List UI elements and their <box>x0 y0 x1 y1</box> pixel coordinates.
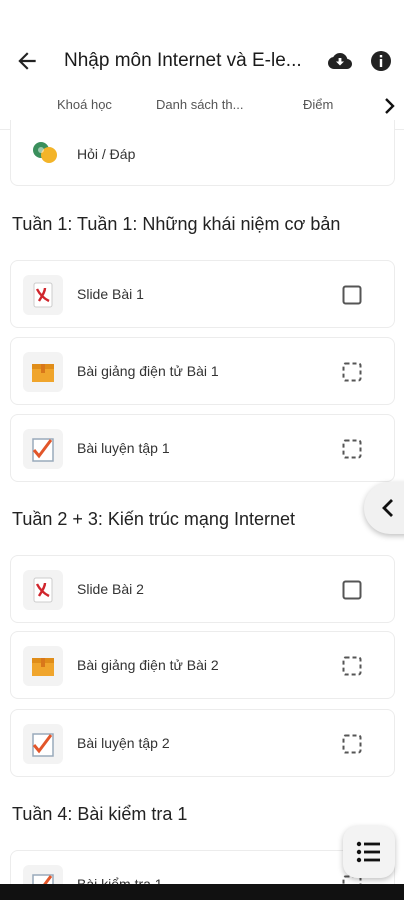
list-item-label: Bài giảng điện tử Bài 2 <box>77 657 219 673</box>
list-item-label: Bài luyện tập 1 <box>77 440 170 456</box>
list-item[interactable]: Bài giảng điện tử Bài 2 <box>10 631 395 699</box>
quiz-icon <box>23 429 63 469</box>
arrow-left-icon[interactable] <box>14 48 40 74</box>
cloud-download-icon[interactable] <box>327 49 353 73</box>
course-menu-fab[interactable] <box>343 826 395 878</box>
quiz-icon <box>23 724 63 764</box>
list-item-label: Hỏi / Đáp <box>77 146 136 162</box>
page-title: Nhập môn Internet và E-le... <box>64 50 302 71</box>
list-item[interactable]: Bài luyện tập 2 <box>10 709 395 777</box>
checkbox-auto[interactable] <box>342 734 362 754</box>
list-item-label: Slide Bài 1 <box>77 286 144 302</box>
tab-course[interactable]: Khoá học <box>57 97 112 112</box>
section-title: Tuần 4: Bài kiểm tra 1 <box>12 804 188 824</box>
forum-icon <box>33 142 57 163</box>
package-icon <box>23 352 63 392</box>
checkbox-auto[interactable] <box>342 439 362 459</box>
system-navigation-bar <box>0 884 404 900</box>
pdf-icon <box>23 275 63 315</box>
list-icon <box>356 841 380 863</box>
info-icon[interactable] <box>369 49 393 73</box>
checkbox-auto[interactable] <box>342 362 362 382</box>
chevron-left-icon <box>382 499 393 517</box>
list-item-label: Slide Bài 2 <box>77 581 144 597</box>
course-index-toggle-button[interactable] <box>364 482 404 534</box>
checkbox-auto[interactable] <box>342 656 362 676</box>
package-icon <box>23 646 63 686</box>
list-item[interactable]: Bài giảng điện tử Bài 1 <box>10 337 395 405</box>
list-item-label: Bài giảng điện tử Bài 1 <box>77 363 219 379</box>
pdf-icon <box>23 570 63 610</box>
tab-grades[interactable]: Điểm <box>303 97 333 112</box>
checkbox[interactable] <box>342 285 362 305</box>
list-item[interactable]: Slide Bài 1 <box>10 260 395 328</box>
list-item[interactable]: Slide Bài 2 <box>10 555 395 623</box>
list-item[interactable]: Bài luyện tập 1 <box>10 414 395 482</box>
checkbox[interactable] <box>342 580 362 600</box>
list-item-forum[interactable]: Hỏi / Đáp <box>10 120 395 186</box>
section-title: Tuần 2 + 3: Kiến trúc mạng Internet <box>12 509 295 529</box>
chevron-right-icon[interactable] <box>382 96 398 116</box>
list-item-label: Bài luyện tập 2 <box>77 735 170 751</box>
section-title: Tuần 1: Tuần 1: Những khái niệm cơ bản <box>12 214 341 234</box>
tab-list[interactable]: Danh sách th... <box>156 97 243 112</box>
app-bar: Nhập môn Internet và E-le... <box>0 0 404 90</box>
